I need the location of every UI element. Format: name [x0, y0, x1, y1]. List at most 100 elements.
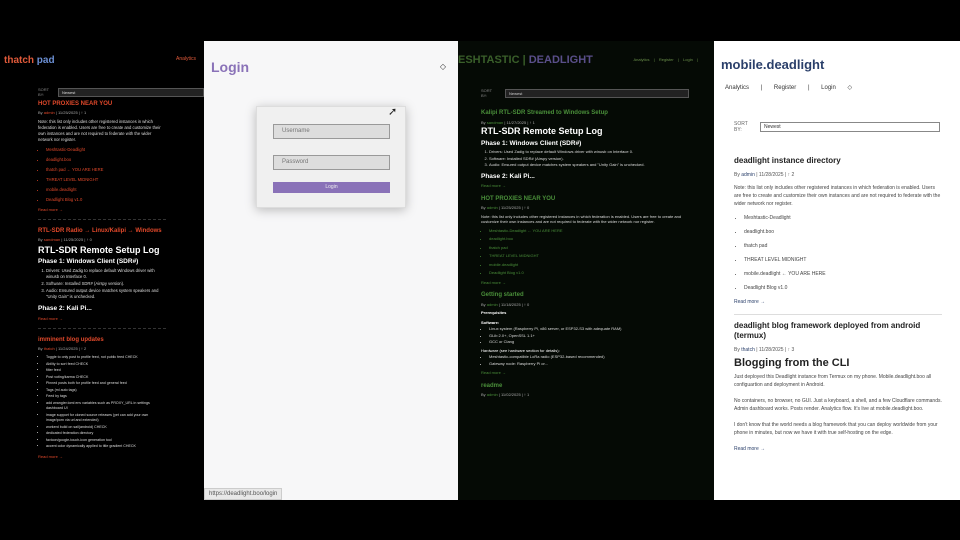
meta-info: | 11/25/2025 | ↑ 0	[60, 237, 92, 242]
nav-analytics-link[interactable]: Analytics	[725, 85, 749, 91]
list-item[interactable]: THREAT LEVEL MIDNIGHT	[489, 253, 691, 259]
post-meta: By sandman | 11/27/2025 | ↑ 1	[481, 119, 535, 125]
author-link[interactable]: admin	[487, 392, 498, 397]
list-item[interactable]: Deadlight Blog v1.0	[489, 270, 691, 276]
list-item[interactable]: Meshtastic-Deadlight	[744, 214, 942, 222]
author-link[interactable]: admin	[487, 205, 498, 210]
post-meta: By admin | 11/25/2025 | ↑ 0	[481, 205, 530, 210]
mouse-cursor-icon: ➚	[388, 106, 398, 118]
list-item[interactable]: deadlight.boo	[46, 157, 166, 163]
author-link[interactable]: admin	[487, 302, 498, 307]
feed: Kalipi RTL-SDR Streamed to Windows Setup…	[481, 110, 691, 401]
page-title[interactable]: mobile.deadlight	[721, 57, 824, 72]
post-meta: By sandman | 11/25/2025 | ↑ 0	[38, 237, 92, 242]
author-link[interactable]: admin	[741, 172, 755, 178]
list-item[interactable]: thatch pad ← YOU ARE HERE	[46, 167, 166, 173]
post-title[interactable]: imminent blog updates	[38, 337, 166, 343]
list-item[interactable]: deadlight.boo	[489, 236, 691, 242]
logo-part: pad	[34, 55, 55, 66]
read-more-link[interactable]: Read more →	[38, 316, 166, 322]
post-meta: By admin | 11/02/2025 | ↑ 1	[481, 392, 530, 397]
post-title[interactable]: Kalipi RTL-SDR Streamed to Windows Setup	[481, 110, 691, 117]
read-more-link[interactable]: Read more →	[481, 370, 691, 376]
logo-part: |	[519, 54, 529, 66]
sort-select[interactable]: Newest	[505, 89, 689, 98]
post-paragraph: No containers, no browser, no GUI. Just …	[734, 398, 942, 412]
mobile-deadlight-panel: mobile.deadlight Analytics | Register | …	[714, 41, 960, 500]
nav-separator: |	[653, 57, 655, 62]
list-item: Meshtastic-compatible LoRa radio (ESP32-…	[489, 354, 691, 360]
list-item: Post voting/karma CHECK	[46, 375, 166, 381]
list-item: Tags (ml auto tags)	[46, 388, 166, 394]
list-item: workerd build on sail(android) CHECK	[46, 425, 166, 431]
page-title: Login	[211, 59, 250, 75]
read-more-link[interactable]: Read more →	[481, 280, 691, 286]
author-link[interactable]: sandman	[487, 120, 503, 125]
post-title[interactable]: deadlight instance directory	[734, 156, 942, 166]
read-more-link[interactable]: Read more →	[734, 445, 942, 453]
sort-select[interactable]: Newest	[58, 88, 204, 97]
read-more-link[interactable]: Read more →	[734, 298, 942, 306]
post-label: Hardware (see hardware section for detai…	[481, 347, 560, 353]
login-button[interactable]: Login	[273, 182, 390, 193]
list-item: GLib 2.0+, OpenSSL 1.1+	[489, 333, 691, 339]
password-field[interactable]: Password	[273, 155, 390, 170]
list-item[interactable]: Deadlight Blog v1.0	[744, 284, 942, 292]
post-title[interactable]: deadlight blog framework deployed from a…	[734, 321, 942, 341]
read-more-link[interactable]: Read more →	[38, 207, 166, 213]
list-item[interactable]: Meshtastic-Deadlight	[46, 147, 166, 153]
steps-list: Drivers: Used Zadig to replace default W…	[481, 149, 691, 168]
logo-part: DEADLIGHT	[528, 54, 593, 66]
post-meta: By admin | 11/28/2025 | ↑ 2	[734, 172, 795, 178]
theme-toggle-icon[interactable]: ◇	[848, 85, 853, 91]
list-item: Pinned posts both for profile feed and g…	[46, 381, 166, 387]
nav-login-link[interactable]: Login	[683, 57, 693, 62]
meshtastic-panel: ESHTASTIC | DEADLIGHT Analytics | Regist…	[458, 41, 714, 500]
list-item: Audio: Ensured output device matches sys…	[46, 288, 166, 300]
list-item[interactable]: Deadlight Blog v1.0	[46, 197, 166, 203]
list-item: Software: Installed SDR# (Airspy version…	[46, 281, 166, 287]
author-link[interactable]: thatch	[741, 347, 755, 353]
post-heading: RTL-SDR Remote Setup Log	[481, 126, 603, 136]
post-title[interactable]: HOT PROXIES NEAR YOU	[38, 101, 166, 107]
nav-login-link[interactable]: Login	[821, 85, 836, 91]
site-logo[interactable]: thatch pad	[4, 55, 55, 66]
list-item[interactable]: THREAT LEVEL MIDNIGHT	[46, 177, 166, 183]
login-panel: Login ◇ Username Password Login ➚ https:…	[204, 41, 458, 500]
list-item[interactable]: mobile.deadlight	[46, 187, 166, 193]
list-item: Software: Installed SDR# (Airspy version…	[489, 156, 691, 162]
list-item[interactable]: mobile.deadlight ← YOU ARE HERE	[744, 270, 942, 278]
author-link[interactable]: admin	[44, 110, 55, 115]
list-item[interactable]: deadlight.boo	[744, 228, 942, 236]
sort-label: SORT BY:	[38, 87, 49, 97]
list-item: Drivers: Used Zadig to replace default W…	[489, 149, 691, 155]
author-link[interactable]: thatch	[44, 346, 55, 351]
nav-register-link[interactable]: Register	[774, 85, 796, 91]
list-item: Gateway node: Raspberry Pi or...	[489, 361, 691, 367]
list-item[interactable]: THREAT LEVEL MIDNIGHT	[744, 256, 942, 264]
meta-info: | 11/18/2025 | ↑ 0	[497, 301, 530, 307]
meta-info: | 11/28/2025 | ↑ 3	[754, 347, 795, 353]
list-item[interactable]: thatch pad	[744, 242, 942, 250]
author-link[interactable]: sandman	[44, 237, 60, 242]
post-title[interactable]: HOT PROXIES NEAR YOU	[481, 196, 691, 203]
username-field[interactable]: Username	[273, 124, 390, 139]
nav-register-link[interactable]: Register	[659, 57, 674, 62]
list-item: Toggle to only post to profile feed, not…	[46, 355, 166, 361]
read-more-link[interactable]: Read more →	[481, 183, 691, 189]
list-item: filter feed	[46, 368, 166, 374]
post-text: Note: this list only includes other regi…	[38, 119, 161, 142]
list-item[interactable]: Meshtastic-Deadlight ← YOU ARE HERE	[489, 228, 691, 234]
site-logo[interactable]: ESHTASTIC | DEADLIGHT	[458, 54, 593, 66]
list-item[interactable]: mobile.deadlight	[489, 262, 691, 268]
post-title[interactable]: readme	[481, 383, 691, 390]
sort-select[interactable]: Newest	[760, 122, 940, 132]
nav-analytics-link[interactable]: Analytics	[176, 56, 196, 62]
post-title[interactable]: RTL-SDR Radio → Linux/Kalipi → Windows	[38, 228, 166, 234]
meta-info: | 11/25/2025 | ↑ 0	[497, 205, 530, 210]
theme-toggle-icon[interactable]: ◇	[440, 62, 446, 71]
post-title[interactable]: Getting started	[481, 292, 691, 299]
list-item[interactable]: thatch pad	[489, 245, 691, 251]
nav-analytics-link[interactable]: Analytics	[634, 57, 650, 62]
read-more-link[interactable]: Read more →	[38, 454, 166, 460]
